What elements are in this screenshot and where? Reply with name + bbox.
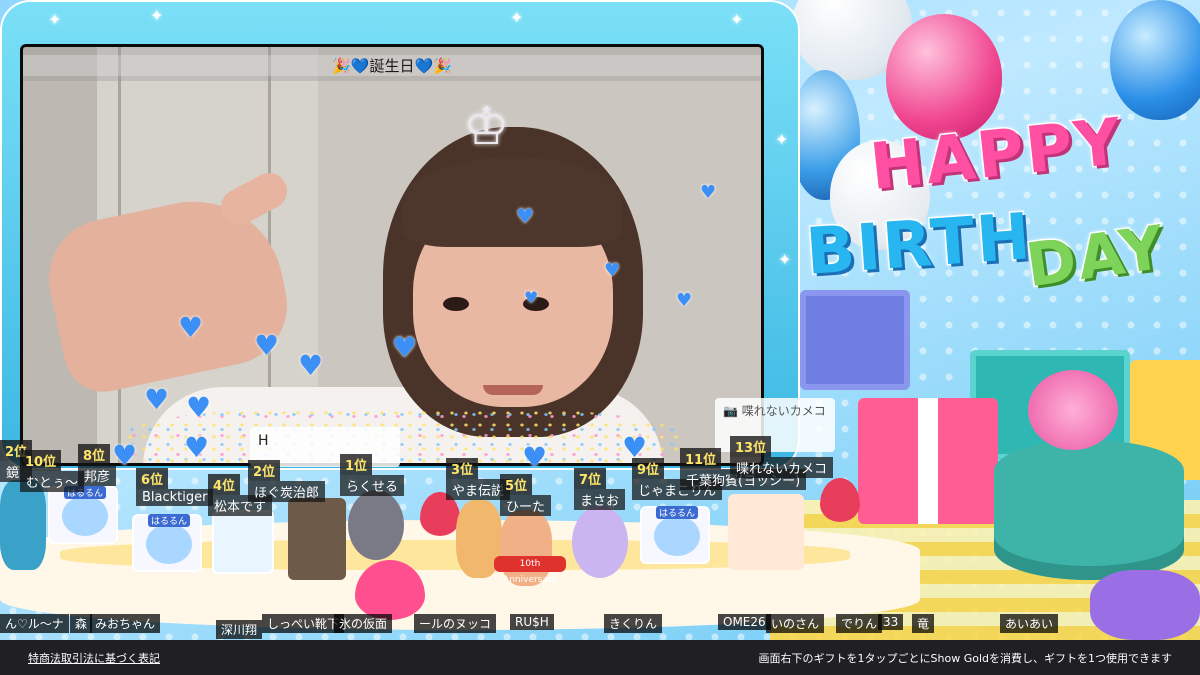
rank-label[interactable]: 6位 Blacktiger (136, 468, 214, 506)
heart-icon: ♥ (604, 260, 621, 281)
rank-name: まさお (574, 489, 626, 510)
sparkle-icon: ✦ (48, 10, 62, 29)
viewer-name[interactable]: みおちゃん (90, 614, 161, 633)
sparkle-icon: ✦ (778, 250, 792, 269)
rank-name: 喋れないカメコ (730, 457, 834, 478)
rank-name: 邦彦 (78, 465, 117, 486)
comment-text: H (258, 433, 269, 449)
balloon-icon (1110, 0, 1200, 120)
heart-icon: ♥ (298, 349, 324, 382)
gift-usage-note: 画面右下のギフトを1タップごとにShow Goldを消費し、ギフトを1つ使用でき… (758, 651, 1172, 665)
rank-label[interactable]: 13位 喋れないカメコ (730, 436, 834, 478)
heart-icon: ♥ (392, 331, 418, 364)
heart-icon: ♥ (254, 329, 280, 362)
stream-stage: HAPPY BIRTH DAY ✦ ✦ ✦ ✦ ✦ ✦ ♔ 🎉💙誕生日💙🎉 ♥ … (0, 0, 1200, 640)
tiara-icon: ♔ (463, 97, 510, 157)
rank-name: ひーた (500, 495, 552, 516)
anniversary-banner: 10th Anniversary (494, 556, 566, 585)
streamer-mouth (483, 385, 543, 395)
viewer-name[interactable]: しっぺい靴下 (262, 614, 345, 633)
live-video[interactable]: ♔ 🎉💙誕生日💙🎉 (20, 44, 764, 466)
viewer-name[interactable]: 33 (878, 614, 904, 630)
camera-icon: 📷 (723, 404, 738, 418)
rank-position: 13位 (730, 436, 772, 457)
jellyfish-avatar[interactable] (212, 510, 274, 574)
heart-icon: ♥ (522, 441, 548, 474)
viewer-name[interactable]: ールのヌッコ (414, 614, 497, 633)
heart-icon: ♥ (184, 431, 210, 464)
rank-label[interactable]: 7位 まさお (574, 468, 626, 510)
viewer-name[interactable]: いのさん (766, 614, 825, 633)
rank-position: 9位 (632, 458, 665, 479)
rank-position: 10位 (20, 450, 62, 471)
day-text: DAY (1020, 211, 1171, 303)
viewer-name[interactable]: あいあい (1000, 614, 1059, 633)
dragon-avatar[interactable] (0, 480, 46, 570)
rank-position: 4位 (208, 474, 241, 495)
rank-name: らくせる (340, 475, 405, 496)
sparkle-icon: ✦ (775, 130, 789, 149)
round-cake (994, 440, 1184, 580)
sparkle-icon: ✦ (150, 6, 164, 25)
heart-icon: ♥ (178, 311, 204, 344)
sparkle-icon: ✦ (510, 8, 524, 27)
viewer-name[interactable]: ん♡ル〜ナ (0, 614, 69, 633)
viewer-name[interactable]: RU$H (510, 614, 554, 630)
fan-avatar[interactable]: はるるん (640, 506, 710, 564)
wolf-avatar[interactable] (348, 490, 404, 560)
bird-avatar[interactable] (728, 494, 804, 570)
robot-avatar[interactable] (288, 498, 346, 580)
rank-name: ほぐ炭治郎 (248, 481, 326, 502)
avatar-tag: はるるん (148, 514, 191, 527)
viewer-name[interactable]: OME26 (718, 614, 771, 630)
viewer-name[interactable]: 竜 (912, 614, 935, 633)
gift-box (800, 290, 910, 390)
rank-label[interactable]: 8位 邦彦 (78, 444, 117, 486)
viewer-strip: ん♡ル〜ナ 森 みおちゃん 深川翔 しっぺい靴下 氷の仮面 ールのヌッコ RU$… (0, 610, 1200, 640)
heart-icon: ♥ (700, 182, 717, 203)
rank-position: 2位 (248, 460, 281, 481)
rank-label[interactable]: 10位 むとぅ〜 (20, 450, 85, 492)
fan-avatar[interactable]: はるるん (132, 514, 202, 572)
viewer-name[interactable]: 氷の仮面 (334, 614, 393, 633)
birth-text: BIRTH (802, 199, 1036, 292)
rank-label[interactable]: 2位 ほぐ炭治郎 (248, 460, 326, 502)
rank-position: 7位 (574, 468, 607, 489)
heart-icon: ♥ (144, 383, 170, 416)
viewer-name[interactable]: きくりん (604, 614, 663, 633)
fan-avatar[interactable]: はるるん (48, 486, 118, 544)
rank-position: 5位 (500, 474, 533, 495)
gift-box (858, 398, 998, 524)
rank-label[interactable]: 5位 ひーた (500, 474, 552, 516)
rose-decoration (1028, 370, 1118, 450)
rank-label[interactable]: 1位 らくせる (340, 454, 405, 496)
sparkle-icon: ✦ (730, 10, 744, 29)
legal-notice-link[interactable]: 特商法取引法に基づく表記 (28, 650, 160, 666)
bunny-avatar[interactable] (572, 506, 628, 578)
viewer-name[interactable]: 森 (70, 614, 93, 633)
rank-position: 1位 (340, 454, 373, 475)
avatar-tag: はるるん (656, 506, 699, 519)
viewer-name[interactable]: 深川翔 (216, 620, 263, 639)
comment-text: 喋れないカメコ (741, 404, 826, 418)
page-footer: 特商法取引法に基づく表記 画面右下のギフトを1タップごとにShow Goldを消… (0, 640, 1200, 675)
heart-icon: ♥ (524, 288, 539, 307)
rank-position: 11位 (680, 448, 722, 469)
rank-name: むとぅ〜 (20, 471, 85, 492)
rank-name: Blacktiger (136, 489, 214, 506)
video-title: 🎉💙誕生日💙🎉 (23, 55, 761, 76)
rank-position: 8位 (78, 444, 111, 465)
viewer-name[interactable]: でりん (836, 614, 883, 633)
streamer-bangs (403, 157, 623, 247)
strawberry (820, 478, 860, 522)
heart-icon: ♥ (676, 290, 693, 311)
heart-icon: ♥ (516, 204, 534, 228)
streamer-eye (443, 297, 469, 311)
rank-position: 6位 (136, 468, 169, 489)
rank-position: 3位 (446, 458, 479, 479)
heart-icon: ♥ (186, 391, 212, 424)
